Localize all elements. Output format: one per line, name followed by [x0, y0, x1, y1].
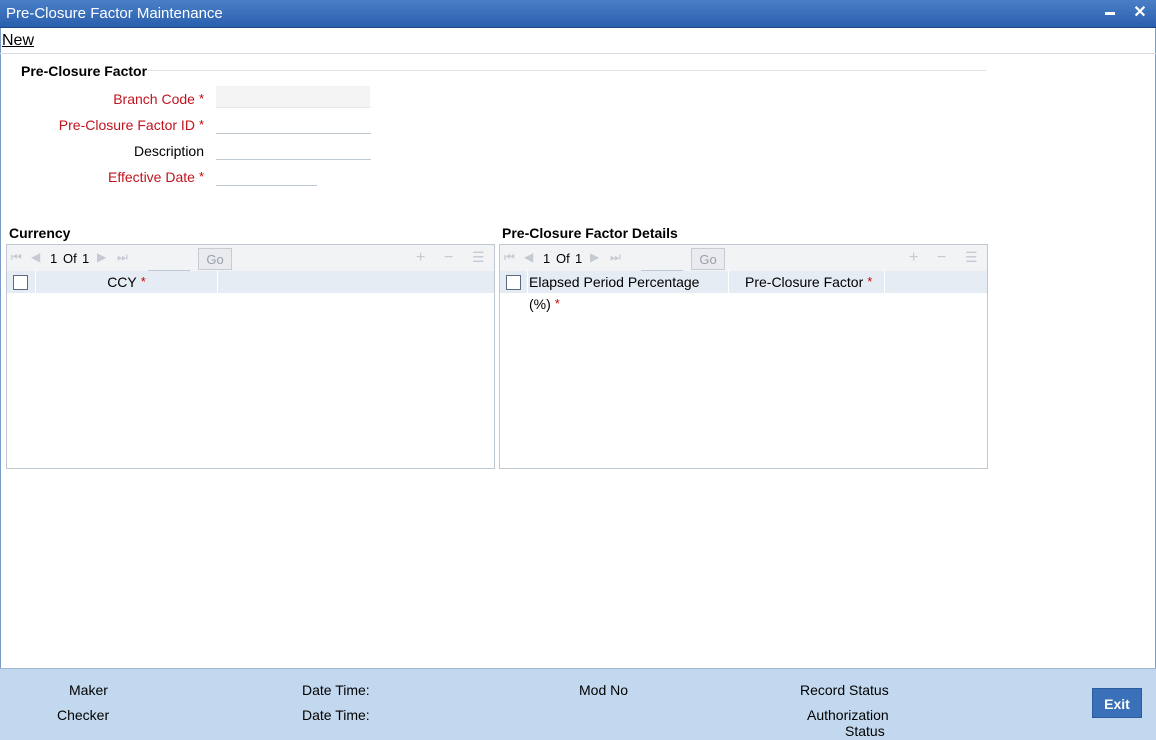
go-button[interactable]: Go — [198, 248, 232, 270]
page-of: Of — [556, 251, 570, 266]
first-page-icon[interactable]: ⏮ — [504, 250, 515, 265]
title-bar: Pre-Closure Factor Maintenance ▬ ✕ — [0, 0, 1156, 28]
branch-code-field[interactable] — [216, 86, 370, 108]
currency-grid-header: CCY * — [7, 271, 494, 293]
next-page-icon[interactable]: ▶ — [97, 250, 106, 264]
mod-no-label: Mod No — [579, 682, 629, 698]
details-grid-header: Elapsed Period Percentage (%) * Pre-Closu… — [500, 271, 987, 312]
go-button[interactable]: Go — [691, 248, 725, 270]
maker-date-time-label: Date Time: — [302, 682, 370, 698]
page-of: Of — [63, 251, 77, 266]
single-view-icon[interactable]: ☰ — [472, 249, 485, 266]
description-label: Description — [133, 143, 204, 159]
description-field[interactable] — [216, 138, 371, 160]
select-all-checkbox[interactable] — [13, 275, 28, 290]
branch-code-label: Branch Code * — [113, 91, 204, 107]
menu-bar: New — [0, 28, 1156, 54]
section-title-pre-closure-factor: Pre-Closure Factor — [21, 63, 148, 79]
page-number-input[interactable] — [148, 252, 190, 271]
maker-label: Maker — [69, 682, 108, 698]
page-current: 1 — [543, 251, 551, 266]
next-page-icon[interactable]: ▶ — [590, 250, 599, 264]
authorization-status-label-line2: Status — [845, 723, 885, 739]
add-row-icon[interactable]: + — [416, 249, 425, 267]
effective-date-field[interactable] — [216, 164, 317, 186]
page-number-input[interactable] — [641, 252, 683, 271]
currency-section-title: Currency — [9, 225, 71, 241]
window-title: Pre-Closure Factor Maintenance — [6, 5, 223, 22]
remove-row-icon[interactable]: − — [937, 249, 946, 267]
exit-button[interactable]: Exit — [1092, 688, 1142, 718]
pre-closure-factor-id-field[interactable] — [216, 112, 371, 134]
page-total: 1 — [575, 251, 583, 266]
single-view-icon[interactable]: ☰ — [965, 249, 978, 266]
first-page-icon[interactable]: ⏮ — [11, 250, 22, 265]
currency-grid-toolbar: ⏮ ◀ 1 Of 1 ▶ ⏭ Go + − ☰ — [7, 245, 494, 271]
column-header-ccy: CCY * — [36, 271, 218, 293]
details-grid: ⏮ ◀ 1 Of 1 ▶ ⏭ Go + − ☰ Elapsed Period P… — [499, 244, 988, 469]
select-all-checkbox[interactable] — [506, 275, 521, 290]
page-total: 1 — [82, 251, 90, 266]
close-icon[interactable]: ✕ — [1131, 4, 1149, 22]
authorization-status-label: Authorization — [807, 707, 889, 723]
add-row-icon[interactable]: + — [909, 249, 918, 267]
section-divider — [146, 70, 986, 71]
column-header-pre-closure-factor: Pre-Closure Factor * — [745, 271, 885, 293]
details-section-title: Pre-Closure Factor Details — [502, 225, 678, 241]
checker-date-time-label: Date Time: — [302, 707, 370, 723]
page-current: 1 — [50, 251, 58, 266]
details-grid-toolbar: ⏮ ◀ 1 Of 1 ▶ ⏭ Go + − ☰ — [500, 245, 987, 271]
currency-grid: ⏮ ◀ 1 Of 1 ▶ ⏭ Go + − ☰ CCY * — [6, 244, 495, 469]
column-header-elapsed-period: Elapsed Period Percentage (%) * — [529, 271, 729, 312]
new-link[interactable]: New — [2, 32, 34, 50]
pre-closure-factor-id-label: Pre-Closure Factor ID * — [58, 117, 204, 133]
remove-row-icon[interactable]: − — [444, 249, 453, 267]
last-page-icon[interactable]: ⏭ — [610, 250, 621, 265]
effective-date-label: Effective Date * — [108, 169, 204, 185]
minimize-icon[interactable]: ▬ — [1101, 4, 1119, 22]
prev-page-icon[interactable]: ◀ — [524, 250, 533, 264]
prev-page-icon[interactable]: ◀ — [31, 250, 40, 264]
audit-footer: Maker Checker Date Time: Date Time: Mod … — [0, 668, 1156, 740]
last-page-icon[interactable]: ⏭ — [117, 250, 128, 265]
record-status-label: Record Status — [800, 682, 889, 698]
checker-label: Checker — [57, 707, 110, 723]
